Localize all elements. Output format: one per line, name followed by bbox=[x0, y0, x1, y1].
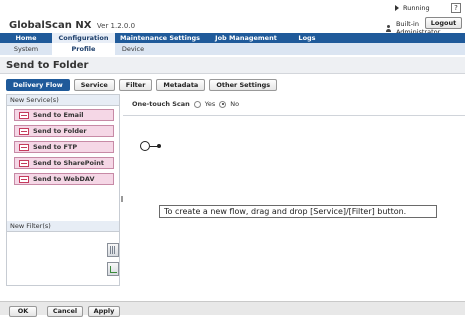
service-label: Send to Folder bbox=[33, 127, 87, 135]
sub-nav-profile[interactable]: Profile bbox=[52, 43, 115, 55]
service-send-to-folder[interactable]: Send to Folder bbox=[14, 125, 114, 137]
service-send-to-ftp[interactable]: Send to FTP bbox=[14, 141, 114, 153]
cancel-button[interactable]: Cancel bbox=[47, 306, 83, 317]
service-send-to-webdav[interactable]: Send to WebDAV bbox=[14, 173, 114, 185]
brand-name: GlobalScan NX bbox=[9, 20, 92, 31]
trash-icon[interactable] bbox=[107, 243, 119, 257]
sub-nav-device[interactable]: Device bbox=[115, 43, 151, 55]
profile-tabs: Delivery Flow Service Filter Metadata Ot… bbox=[6, 79, 278, 91]
service-label: Send to WebDAV bbox=[33, 175, 95, 183]
apply-button[interactable]: Apply bbox=[88, 306, 120, 317]
flow-hint: To create a new flow, drag and drop [Ser… bbox=[159, 205, 437, 218]
canvas-divider bbox=[123, 115, 465, 116]
flow-layout-icon[interactable] bbox=[107, 262, 119, 276]
one-touch-yes-label: Yes bbox=[204, 100, 216, 108]
page-title: Send to Folder bbox=[0, 57, 465, 74]
service-icon bbox=[19, 112, 29, 119]
main-nav-configuration[interactable]: Configuration bbox=[52, 33, 115, 43]
service-icon bbox=[19, 144, 29, 151]
top-bar: GlobalScan NX Ver 1.2.0.0 Running ? Buil… bbox=[0, 0, 465, 36]
new-services-header: New Service(s) bbox=[7, 95, 119, 106]
main-nav-maintenance-settings[interactable]: Maintenance Settings bbox=[115, 33, 205, 43]
one-touch-no-label: No bbox=[230, 100, 240, 108]
one-touch-no-radio[interactable] bbox=[219, 100, 227, 108]
main-nav-logs[interactable]: Logs bbox=[287, 33, 327, 43]
palette-panel: New Service(s) Send to Email Send to Fol… bbox=[6, 94, 120, 286]
ok-button[interactable]: OK bbox=[9, 306, 37, 317]
main-nav-home[interactable]: Home bbox=[0, 33, 52, 43]
service-icon bbox=[19, 176, 29, 183]
main-nav: Home Configuration Maintenance Settings … bbox=[0, 33, 465, 43]
one-touch-yes-radio[interactable] bbox=[193, 100, 201, 108]
service-send-to-sharepoint[interactable]: Send to SharePoint bbox=[14, 157, 114, 169]
tab-metadata[interactable]: Metadata bbox=[156, 79, 206, 91]
app-brand: GlobalScan NX Ver 1.2.0.0 bbox=[9, 20, 135, 31]
running-arrow-icon bbox=[395, 5, 399, 11]
sub-nav: System Profile Device bbox=[0, 43, 465, 55]
flow-canvas[interactable]: One-touch Scan Yes No To create a new fl… bbox=[123, 94, 465, 286]
service-icon bbox=[19, 160, 29, 167]
flow-start-node-icon[interactable] bbox=[140, 141, 150, 151]
one-touch-scan-setting: One-touch Scan Yes No bbox=[132, 100, 239, 108]
one-touch-scan-label: One-touch Scan bbox=[132, 100, 190, 108]
service-icon bbox=[19, 128, 29, 135]
sub-nav-system[interactable]: System bbox=[0, 43, 52, 55]
flow-connector-dot bbox=[157, 144, 161, 148]
service-label: Send to SharePoint bbox=[33, 159, 104, 167]
main-nav-job-management[interactable]: Job Management bbox=[205, 33, 287, 43]
service-send-to-email[interactable]: Send to Email bbox=[14, 109, 114, 121]
status-text: Running bbox=[403, 4, 430, 12]
help-icon[interactable]: ? bbox=[451, 3, 461, 13]
tab-other-settings[interactable]: Other Settings bbox=[209, 79, 278, 91]
service-label: Send to Email bbox=[33, 111, 84, 119]
logout-button[interactable]: Logout bbox=[425, 17, 462, 29]
user-icon bbox=[385, 24, 392, 32]
tab-filter[interactable]: Filter bbox=[118, 79, 153, 91]
status-indicator: Running bbox=[395, 4, 430, 12]
service-label: Send to FTP bbox=[33, 143, 78, 151]
new-filters-header: New Filter(s) bbox=[7, 221, 119, 232]
version-label: Ver 1.2.0.0 bbox=[96, 22, 136, 30]
tab-delivery-flow[interactable]: Delivery Flow bbox=[6, 79, 70, 91]
tab-service[interactable]: Service bbox=[73, 79, 115, 91]
